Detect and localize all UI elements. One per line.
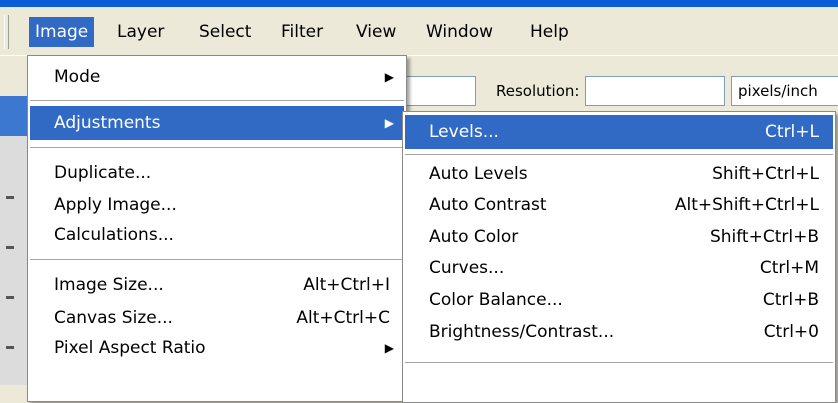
- menu-item-shortcut: Alt+Ctrl+I: [303, 275, 390, 295]
- menu-item-shortcut: Alt+Ctrl+C: [296, 308, 390, 328]
- menu-item-label: Auto Contrast: [429, 195, 547, 215]
- menu-item-label: Auto Color: [429, 227, 519, 247]
- menu-item-label: Auto Levels: [429, 164, 528, 184]
- options-field[interactable]: [398, 76, 476, 106]
- submenu-arrow-icon: ▶: [384, 70, 394, 84]
- resolution-input[interactable]: [585, 76, 725, 106]
- menu-filter[interactable]: Filter: [275, 17, 329, 47]
- menu-item-pixel-aspect-ratio[interactable]: Pixel Aspect Ratio ▶: [30, 331, 404, 365]
- menu-item-label: Brightness/Contrast...: [429, 322, 615, 342]
- adjustments-submenu: Levels... Ctrl+L Auto Levels Shift+Ctrl+…: [402, 111, 836, 403]
- panel-titlebar: [0, 96, 28, 136]
- menubar-gripper: [4, 15, 9, 49]
- submenu-arrow-icon: ▶: [384, 341, 394, 355]
- menu-item-curves[interactable]: Curves... Ctrl+M: [405, 251, 833, 285]
- menu-separator: [405, 362, 833, 363]
- menu-item-auto-color[interactable]: Auto Color Shift+Ctrl+B: [405, 220, 833, 254]
- menu-separator: [30, 100, 404, 101]
- tool-icon[interactable]: [6, 296, 14, 299]
- menu-layer[interactable]: Layer: [111, 17, 170, 47]
- menu-item-label: Apply Image...: [54, 195, 177, 215]
- menu-item-canvas-size[interactable]: Canvas Size... Alt+Ctrl+C: [30, 301, 404, 335]
- menu-item-apply-image[interactable]: Apply Image...: [30, 188, 404, 222]
- menu-help[interactable]: Help: [524, 17, 575, 47]
- menu-item-label: Pixel Aspect Ratio: [54, 338, 206, 358]
- menu-item-shortcut: Shift+Ctrl+B: [709, 227, 819, 247]
- menu-item-adjustments[interactable]: Adjustments ▶: [30, 106, 404, 140]
- menu-item-shortcut: Alt+Shift+Ctrl+L: [674, 195, 819, 215]
- menu-window[interactable]: Window: [420, 17, 499, 47]
- menu-separator: [30, 147, 404, 148]
- menu-item-label: Adjustments: [54, 113, 161, 133]
- submenu-arrow-icon: ▶: [384, 116, 394, 130]
- window-title-strip: [0, 0, 838, 7]
- image-menu: Mode ▶ Adjustments ▶ Duplicate... Apply …: [27, 55, 407, 402]
- tool-icon[interactable]: [6, 246, 14, 249]
- resolution-unit-select[interactable]: pixels/inch: [731, 76, 838, 106]
- menu-item-label: Curves...: [429, 258, 505, 278]
- menu-item-auto-levels[interactable]: Auto Levels Shift+Ctrl+L: [405, 157, 833, 191]
- menu-select[interactable]: Select: [193, 17, 257, 47]
- menu-separator: [405, 154, 833, 155]
- menu-item-shortcut: Ctrl+0: [763, 322, 819, 342]
- menu-item-levels[interactable]: Levels... Ctrl+L: [405, 115, 833, 149]
- menu-item-calculations[interactable]: Calculations...: [30, 218, 404, 252]
- menu-item-label: Mode: [54, 67, 101, 87]
- menu-image[interactable]: Image: [29, 17, 95, 47]
- menu-item-shortcut: Shift+Ctrl+L: [712, 164, 819, 184]
- menu-item-auto-contrast[interactable]: Auto Contrast Alt+Shift+Ctrl+L: [405, 188, 833, 222]
- menu-item-label: Image Size...: [54, 275, 164, 295]
- menu-item-brightness-contrast[interactable]: Brightness/Contrast... Ctrl+0: [405, 315, 833, 349]
- menu-item-label: Duplicate...: [54, 163, 152, 183]
- tool-icon[interactable]: [6, 346, 14, 349]
- menu-item-label: Calculations...: [54, 225, 174, 245]
- menu-item-duplicate[interactable]: Duplicate...: [30, 156, 404, 190]
- menu-item-shortcut: Ctrl+L: [765, 122, 819, 142]
- menu-item-image-size[interactable]: Image Size... Alt+Ctrl+I: [30, 268, 404, 302]
- tool-icon[interactable]: [6, 196, 14, 199]
- menu-item-label: Levels...: [429, 122, 499, 142]
- menu-view[interactable]: View: [350, 17, 402, 47]
- menu-item-mode[interactable]: Mode ▶: [30, 60, 404, 94]
- resolution-label: Resolution:: [496, 82, 580, 100]
- menu-item-label: Color Balance...: [429, 290, 563, 310]
- menu-separator: [30, 259, 404, 260]
- menu-bar: Image Layer Select Filter View Window He…: [0, 7, 838, 55]
- toolbox-edge: [0, 96, 28, 385]
- menu-item-color-balance[interactable]: Color Balance... Ctrl+B: [405, 283, 833, 317]
- menu-item-shortcut: Ctrl+B: [762, 290, 819, 310]
- menu-item-shortcut: Ctrl+M: [759, 258, 819, 278]
- menu-item-label: Canvas Size...: [54, 308, 173, 328]
